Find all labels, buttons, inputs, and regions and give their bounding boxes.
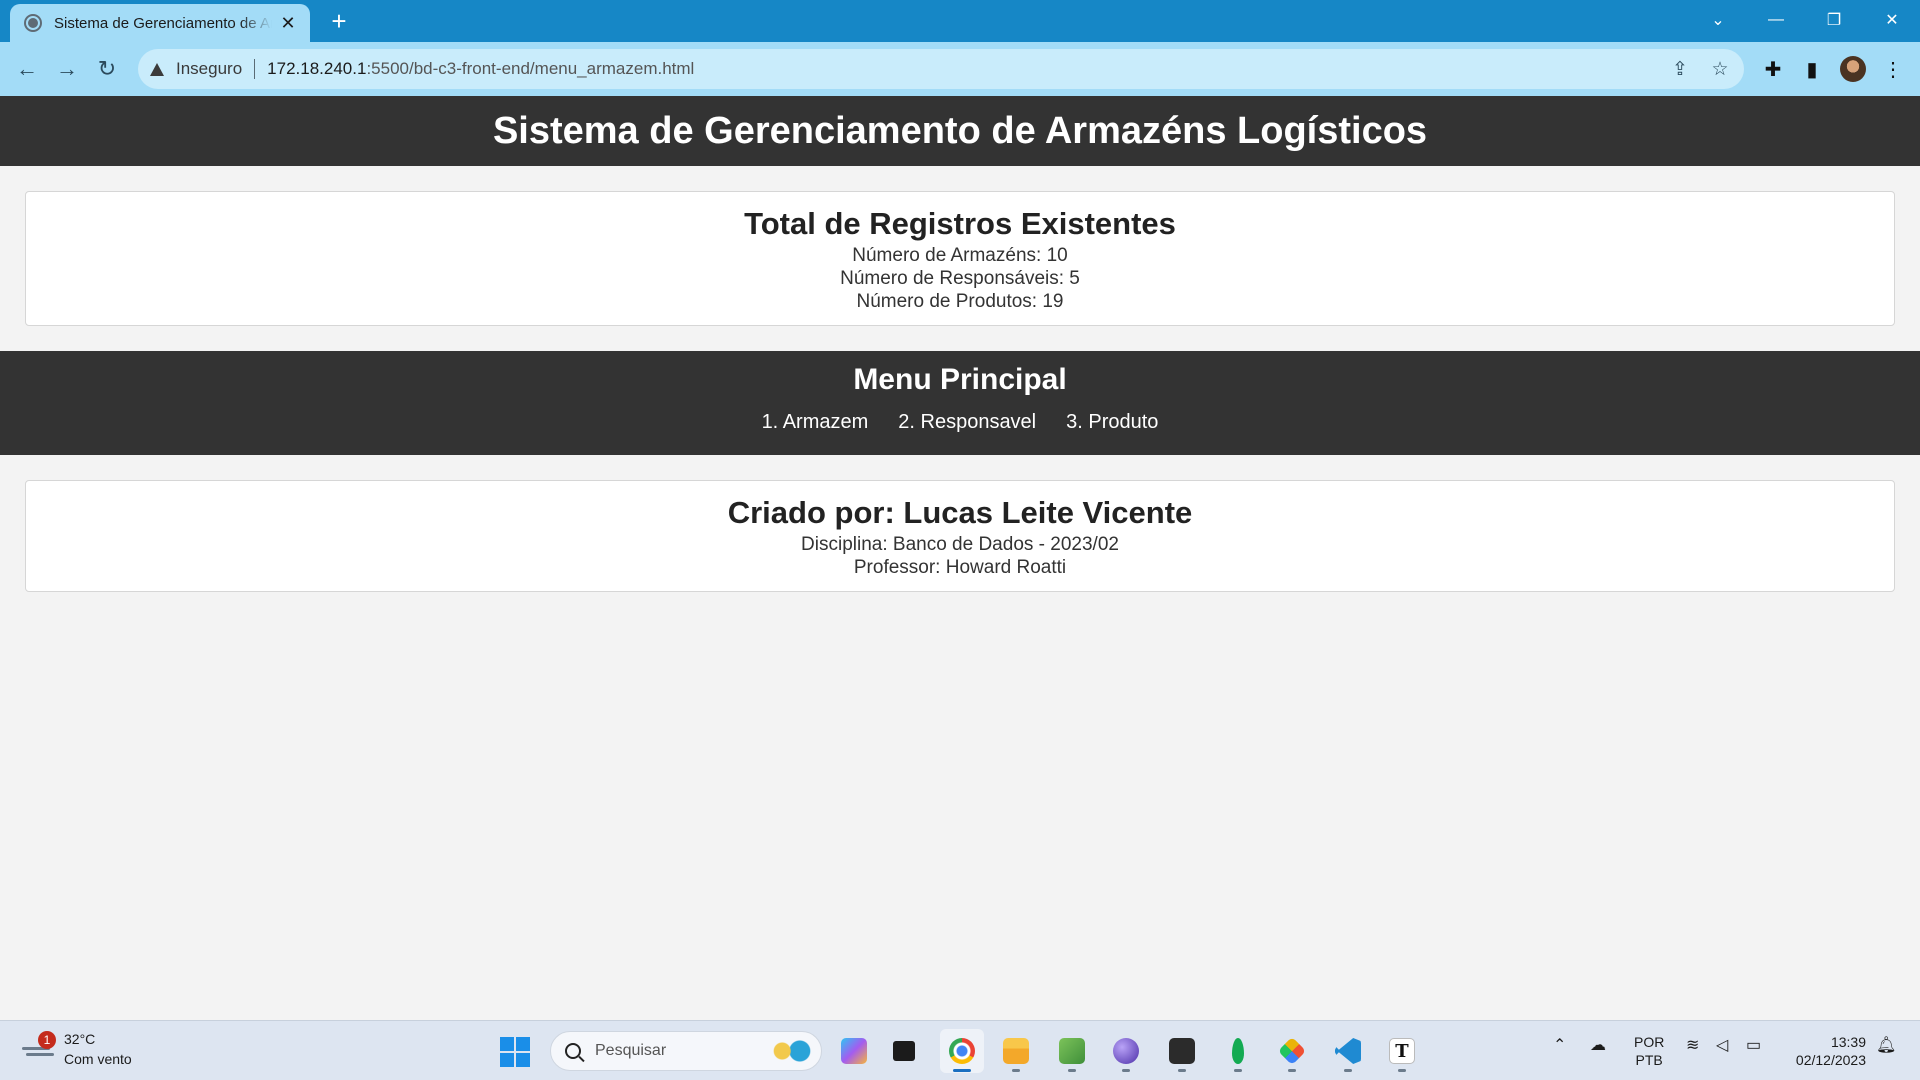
chrome-icon[interactable]: [940, 1029, 984, 1073]
mongodb-icon[interactable]: [1216, 1029, 1260, 1073]
tab-search-icon[interactable]: ⌄: [1690, 0, 1746, 40]
menu-item-armazem[interactable]: 1. Armazem: [762, 411, 869, 434]
stat-produtos: Número de Produtos: 19: [856, 291, 1064, 312]
new-tab-button[interactable]: +: [324, 6, 354, 36]
credits-professor: Professor: Howard Roatti: [853, 557, 1067, 578]
divider: [254, 59, 256, 79]
page-title: Sistema de Gerenciamento de Armazéns Log…: [492, 109, 1428, 152]
insecure-label[interactable]: Inseguro: [176, 59, 242, 79]
credits-title: Criado por: Lucas Leite Vicente: [727, 495, 1193, 530]
obsidian-icon[interactable]: [1104, 1029, 1148, 1073]
stat-armazens: Número de Armazéns: 10: [852, 245, 1068, 266]
wind-icon: 1: [22, 1031, 56, 1061]
menu-title: Menu Principal: [853, 363, 1067, 396]
time: 13:39: [1830, 1034, 1866, 1050]
minimize-icon[interactable]: —: [1748, 0, 1804, 40]
vscode-icon[interactable]: [1326, 1029, 1370, 1073]
keyboard-layout: PTB: [1635, 1052, 1663, 1068]
wifi-icon[interactable]: ≋: [1686, 1035, 1699, 1055]
side-panel-icon[interactable]: ▮: [1797, 54, 1827, 84]
web-page: Sistema de Gerenciamento de Armazéns Log…: [0, 96, 1920, 1020]
globe-icon: [24, 14, 42, 32]
notification-badge: 1: [38, 1031, 56, 1049]
browser-tab[interactable]: Sistema de Gerenciamento de Armazéns Log…: [10, 4, 310, 42]
browser-tab-strip: Sistema de Gerenciamento de Armazéns Log…: [0, 0, 1920, 42]
main-menu: Menu Principal 1. Armazem 2. Responsavel…: [0, 351, 1920, 455]
notification-bell-icon[interactable]: 🔔︎: [1876, 1035, 1896, 1055]
credits-discipline: Disciplina: Banco de Dados - 2023/02: [801, 534, 1119, 555]
weather-widget[interactable]: 1 32°C Com vento: [22, 1029, 132, 1069]
menu-kebab-icon[interactable]: ⋮: [1878, 54, 1908, 84]
stats-title: Total de Registros Existentes: [744, 206, 1176, 241]
chevron-up-icon[interactable]: ⌃: [1553, 1035, 1566, 1055]
url-host[interactable]: 172.18.240.1: [267, 59, 366, 79]
search-highlight-icon: [769, 1038, 813, 1064]
windows-start-icon[interactable]: [500, 1037, 530, 1067]
extensions-icon[interactable]: ✚: [1758, 54, 1788, 84]
warning-icon[interactable]: [150, 62, 164, 76]
task-view-icon[interactable]: [882, 1029, 926, 1073]
credits-card: Criado por: Lucas Leite Vicente Discipli…: [25, 480, 1895, 592]
language-code: POR: [1634, 1034, 1665, 1050]
stat-responsaveis: Número de Responsáveis: 5: [840, 268, 1080, 289]
close-tab-icon[interactable]: ✕: [278, 13, 298, 33]
page-header: Sistema de Gerenciamento de Armazéns Log…: [0, 96, 1920, 166]
typora-icon[interactable]: T: [1380, 1029, 1424, 1073]
battery-icon[interactable]: ▭: [1746, 1035, 1761, 1055]
bookmark-star-icon[interactable]: ☆: [1708, 57, 1732, 81]
weather-description: Com vento: [64, 1051, 132, 1067]
notepad-icon[interactable]: [1050, 1029, 1094, 1073]
onedrive-icon[interactable]: ☁: [1590, 1035, 1606, 1055]
search-icon: [565, 1043, 581, 1059]
stats-card: Total de Registros Existentes Número de …: [25, 191, 1895, 326]
language-indicator[interactable]: POR PTB: [1634, 1033, 1664, 1069]
profile-avatar[interactable]: [1840, 56, 1866, 82]
terminal-icon[interactable]: [1160, 1029, 1204, 1073]
date: 02/12/2023: [1795, 1052, 1866, 1068]
menu-item-produto[interactable]: 3. Produto: [1066, 411, 1158, 434]
url-path[interactable]: :5500/bd-c3-front-end/menu_armazem.html: [366, 59, 694, 79]
search-placeholder: Pesquisar: [595, 1042, 667, 1059]
address-bar[interactable]: Inseguro 172.18.240.1 :5500/bd-c3-front-…: [138, 49, 1744, 89]
taskbar: 1 32°C Com vento Pesquisar T ⌃ ☁ POR PTB…: [0, 1020, 1920, 1080]
menu-item-responsavel[interactable]: 2. Responsavel: [898, 411, 1036, 434]
close-window-icon[interactable]: ✕: [1864, 0, 1920, 40]
back-icon[interactable]: ←: [12, 54, 42, 84]
clock[interactable]: 13:39 02/12/2023: [1786, 1033, 1866, 1069]
forward-icon[interactable]: →: [52, 54, 82, 84]
git-icon[interactable]: [1270, 1029, 1314, 1073]
browser-toolbar: ← → ↻ Inseguro 172.18.240.1 :5500/bd-c3-…: [0, 42, 1920, 96]
menu-items: 1. Armazem 2. Responsavel 3. Produto: [0, 411, 1920, 434]
restore-icon[interactable]: ❐: [1806, 0, 1862, 40]
temperature: 32°C: [64, 1031, 96, 1047]
tab-title: Sistema de Gerenciamento de Armazéns Log…: [54, 14, 272, 32]
volume-icon[interactable]: ◁: [1716, 1035, 1728, 1055]
taskbar-search[interactable]: Pesquisar: [550, 1031, 822, 1071]
share-icon[interactable]: ⇪: [1668, 57, 1692, 81]
reload-icon[interactable]: ↻: [92, 54, 122, 84]
copilot-icon[interactable]: [832, 1029, 876, 1073]
file-explorer-icon[interactable]: [994, 1029, 1038, 1073]
